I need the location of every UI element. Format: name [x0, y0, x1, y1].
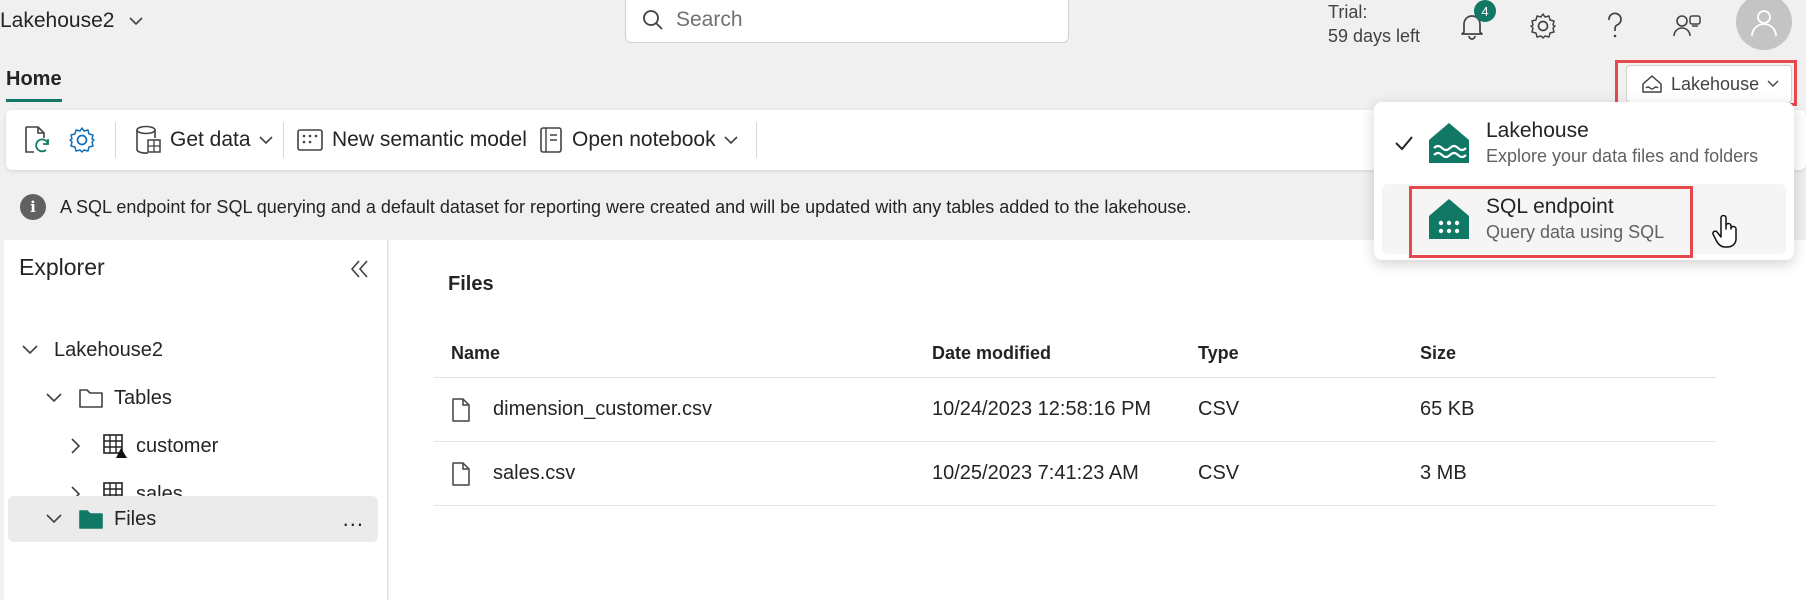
menu-item-subtitle: Explore your data files and folders	[1486, 146, 1759, 166]
menu-item-lakehouse[interactable]: Lakehouse Explore your data files and fo…	[1382, 108, 1786, 178]
file-type: CSV	[1198, 398, 1240, 420]
trial-days-left: 59 days left	[1328, 26, 1421, 46]
tab-home[interactable]: Home	[6, 68, 62, 102]
tree-item-label: customer	[136, 434, 219, 457]
file-date-modified: 10/24/2023 12:58:16 PM	[932, 398, 1152, 420]
file-name[interactable]: dimension_customer.csv	[493, 398, 712, 421]
notification-count-badge: 4	[1474, 0, 1496, 22]
double-chevron-left-icon	[344, 254, 374, 284]
lakehouse-icon	[1426, 120, 1472, 166]
file-date-modified: 10/25/2023 7:41:23 AM	[932, 462, 1139, 484]
new-semantic-model-button[interactable]: New semantic model	[296, 122, 527, 158]
tree-item-tables[interactable]: Tables	[42, 375, 172, 421]
search-input[interactable]	[676, 7, 1036, 32]
chevron-down-icon[interactable]	[42, 513, 66, 525]
database-icon	[134, 124, 162, 156]
semantic-model-icon	[296, 126, 324, 154]
search-icon	[642, 9, 664, 31]
file-name[interactable]: sales.csv	[493, 462, 575, 485]
explorer-pane: Explorer Lakehouse2 Tables customer sale…	[4, 240, 388, 600]
files-table: Name Date modified Type Size dimension_c…	[434, 330, 1716, 506]
help-icon	[1605, 12, 1625, 40]
explorer-title: Explorer	[19, 254, 105, 280]
help-button[interactable]	[1595, 6, 1635, 46]
page-title: Files	[448, 273, 494, 295]
chevron-down-icon[interactable]	[18, 344, 42, 356]
file-size: 3 MB	[1420, 462, 1467, 484]
avatar-icon	[1749, 7, 1779, 37]
info-icon: i	[20, 194, 46, 220]
share-people-button[interactable]	[1667, 6, 1707, 46]
menu-item-title: Lakehouse	[1486, 119, 1589, 142]
column-header-date-modified[interactable]: Date modified	[932, 343, 1198, 364]
lakehouse-mode-highlight-box	[1615, 60, 1797, 106]
folder-icon	[78, 387, 104, 409]
trial-status: Trial: 59 days left	[1328, 0, 1420, 48]
tree-item-label: Tables	[114, 386, 172, 409]
column-header-name[interactable]: Name	[434, 343, 932, 364]
get-data-button[interactable]: Get data	[134, 122, 273, 158]
chevron-down-icon[interactable]	[42, 392, 66, 404]
workspace-switcher[interactable]: Lakehouse2	[0, 9, 144, 33]
hand-pointer-cursor-icon	[1712, 215, 1740, 249]
search-box[interactable]	[625, 0, 1069, 43]
chevron-down-icon	[724, 135, 738, 145]
tree-item-lakehouse2[interactable]: Lakehouse2	[18, 327, 163, 373]
open-notebook-button[interactable]: Open notebook	[538, 122, 738, 158]
workspace-title: Lakehouse2	[0, 9, 115, 32]
sql-endpoint-highlight-box	[1409, 186, 1693, 258]
tree-item-label: Files	[114, 507, 157, 530]
file-type: CSV	[1198, 462, 1240, 484]
table-row[interactable]: sales.csv 10/25/2023 7:41:23 AM CSV 3 MB	[434, 442, 1716, 506]
delta-table-icon	[102, 433, 128, 459]
get-data-label: Get data	[170, 128, 251, 151]
gear-icon	[68, 126, 96, 154]
people-icon	[1672, 12, 1702, 40]
new-semantic-model-label: New semantic model	[332, 128, 527, 151]
chevron-right-icon[interactable]	[64, 437, 88, 455]
chevron-down-icon	[128, 16, 144, 26]
files-view: Files Name Date modified Type Size dimen…	[389, 240, 1806, 600]
document-refresh-icon	[22, 124, 52, 156]
gear-icon	[1529, 12, 1557, 40]
checkmark-icon	[1382, 135, 1426, 151]
more-options-icon[interactable]: ...	[343, 506, 364, 532]
menu-item-text: Lakehouse Explore your data files and fo…	[1486, 118, 1758, 168]
ribbon-divider	[756, 122, 757, 158]
refresh-button[interactable]	[22, 122, 52, 158]
collapse-explorer-button[interactable]	[344, 254, 374, 284]
ribbon-divider	[115, 122, 116, 158]
chevron-down-icon	[258, 135, 273, 145]
tree-item-customer[interactable]: customer	[64, 423, 218, 469]
notifications-button[interactable]: 4	[1452, 0, 1496, 46]
table-header: Name Date modified Type Size	[434, 330, 1716, 378]
table-row[interactable]: dimension_customer.csv 10/24/2023 12:58:…	[434, 378, 1716, 442]
info-message: A SQL endpoint for SQL querying and a de…	[60, 196, 1192, 217]
lakehouse-settings-button[interactable]	[68, 122, 96, 158]
ribbon-divider	[283, 122, 284, 158]
open-notebook-label: Open notebook	[572, 128, 716, 151]
settings-button[interactable]	[1523, 6, 1563, 46]
file-icon	[451, 461, 471, 487]
tree-item-label: Lakehouse2	[54, 338, 163, 361]
folder-filled-icon	[78, 508, 104, 530]
tree-item-files[interactable]: Files ...	[8, 496, 378, 542]
file-size: 65 KB	[1420, 398, 1475, 420]
column-header-size[interactable]: Size	[1420, 343, 1700, 364]
notebook-icon	[538, 125, 564, 155]
column-header-type[interactable]: Type	[1198, 343, 1420, 364]
trial-label: Trial:	[1328, 2, 1368, 22]
file-icon	[451, 397, 471, 423]
